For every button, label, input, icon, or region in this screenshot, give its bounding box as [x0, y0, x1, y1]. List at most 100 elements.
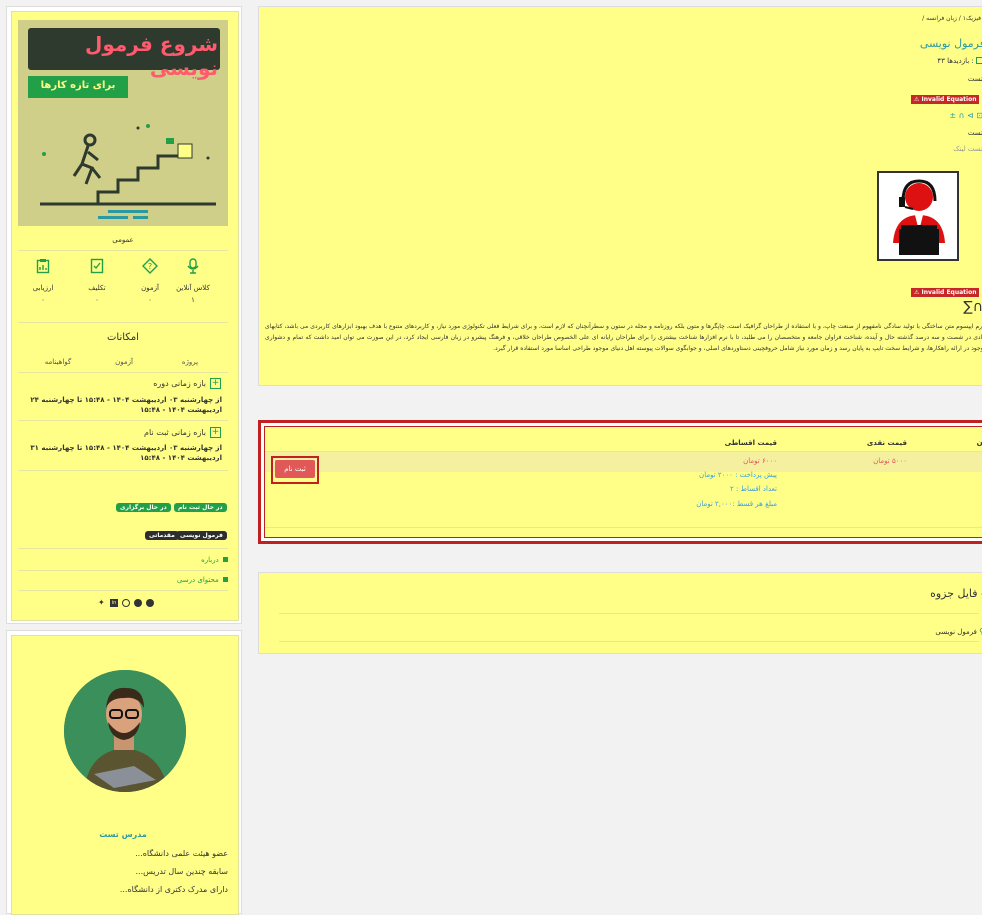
- divider: [279, 641, 979, 642]
- social-icons: ✦ in: [98, 598, 158, 608]
- microphone-icon: [187, 258, 199, 274]
- cash-price: ۵۰۰۰ تومان: [873, 457, 907, 465]
- speaker-illustration: [893, 179, 945, 255]
- course-period-dates: از چهارشنبه ۰۳ اردیبهشت ۱۴۰۴ - ۱۵:۴۸ تا …: [30, 396, 222, 414]
- register-button[interactable]: ثبت نام: [275, 460, 315, 478]
- quiz-icon: ?: [142, 258, 158, 274]
- feature-project: پروژه: [181, 358, 199, 366]
- divider: [18, 372, 228, 373]
- status-badge-registering: در حال ثبت نام: [174, 503, 227, 512]
- installment-amount: مبلغ هر قسط :۲,۰۰۰ تومان: [696, 500, 777, 508]
- math-symbols-1: ± ∩ ⊲ ⊡: [949, 111, 982, 120]
- teacher-avatar: [64, 670, 186, 792]
- banner-title: شروع فرمول نویسی: [85, 32, 218, 80]
- speaker-image: [877, 171, 959, 261]
- tag-formula[interactable]: فرمول نویسی: [176, 531, 227, 540]
- stat-label: آزمون: [141, 284, 159, 292]
- page-title: فرمول نویسی: [919, 37, 982, 50]
- link-about-label: درباره: [201, 556, 219, 564]
- avatar-illustration: [64, 670, 186, 792]
- invalid-equation-badge-1: ⚠ Invalid Equation: [911, 95, 980, 104]
- warning-icon: ⚠: [914, 289, 920, 296]
- file-item-label: فرمول نویسی: [935, 628, 977, 636]
- test-text-1: تست: [967, 75, 982, 83]
- stat-count: ۰: [41, 296, 45, 304]
- invalid-eq-label-1: Invalid Equation: [921, 96, 977, 103]
- divider: [18, 420, 228, 421]
- status-badge-running: در حال برگزاری: [116, 503, 171, 512]
- divider: [18, 322, 228, 323]
- evaluation-icon: [36, 259, 50, 274]
- header-cash: قیمت نقدی: [866, 439, 907, 447]
- link-content[interactable]: محتوای درسی: [18, 576, 228, 584]
- stat-item-evaluation[interactable]: ارزیابی ۰: [22, 258, 64, 304]
- stat-count: ۱: [191, 296, 195, 304]
- stat-item-quiz[interactable]: ? آزمون ۰: [129, 258, 171, 304]
- whatsapp-icon[interactable]: [122, 599, 130, 607]
- divider: [279, 613, 979, 614]
- breadcrumb[interactable]: فیزیک۱ / زبان فرانسه /: [659, 15, 981, 22]
- file-item[interactable]: فرمول نویسی ⚲: [819, 627, 982, 636]
- installment-price: ۶۰۰۰ تومان: [743, 457, 777, 465]
- invalid-eq-label-2: Invalid Equation: [921, 289, 977, 296]
- calendar-icon: [976, 57, 982, 64]
- svg-text:?: ?: [148, 262, 152, 271]
- stat-item-online[interactable]: کلاس آنلاین ۱: [172, 258, 214, 304]
- telegram-icon[interactable]: [146, 599, 154, 607]
- prepayment: پیش پرداخت : ۲۰۰۰ تومان: [699, 471, 777, 479]
- files-title: - فایل جزوه: [930, 587, 982, 600]
- divider: [18, 570, 228, 571]
- reg-period-dates: از چهارشنبه ۰۳ اردیبهشت ۱۴۰۴ - ۱۵:۴۸ تا …: [30, 444, 222, 462]
- link-content-label: محتوای درسی: [176, 576, 219, 584]
- banner-subtitle: برای تازه کارها: [40, 80, 116, 91]
- course-category: عمومی: [112, 236, 134, 244]
- teacher-line-2: سابقه چندین سال تدریس...: [135, 867, 228, 876]
- calendar-plus-icon: +: [210, 427, 221, 438]
- visits-count: ۴۳: [937, 57, 945, 65]
- features-title: امکانات: [107, 332, 139, 343]
- linkedin-icon[interactable]: in: [110, 599, 118, 607]
- course-period-title: بازه زمانی دوره: [153, 379, 206, 388]
- warning-icon: ⚠: [914, 96, 920, 103]
- teacher-line-3: دارای مدرک دکتری از دانشگاه...: [119, 885, 228, 894]
- table-bottom-divider: [265, 527, 982, 528]
- installment-count: تعداد اقساط : ۲: [729, 485, 777, 493]
- pricing-inner: عنوان قیمت نقدی قیمت اقساطی ۵۰۰۰ تومان ۶…: [264, 426, 982, 538]
- calendar-plus-icon: +: [210, 378, 221, 389]
- stat-count: ۰: [148, 296, 152, 304]
- teacher-line-1: عضو هیئت علمی دانشگاه...: [135, 849, 228, 858]
- reg-period-title: بازه زمانی ثبت نام: [144, 428, 206, 437]
- assignment-icon: [90, 258, 104, 274]
- course-banner-image: شروع فرمول نویسی برای تازه کارها: [18, 20, 228, 226]
- math-symbols-2: ∑∩: [963, 299, 982, 315]
- header-title: عنوان: [976, 439, 982, 447]
- square-bullet-icon: [223, 577, 228, 582]
- invalid-equation-badge-2: ⚠ Invalid Equation: [911, 288, 980, 297]
- test-link[interactable]: تست لینک: [859, 145, 982, 153]
- visits-label: بازدیدها :: [947, 57, 974, 65]
- twitter-icon[interactable]: ✦: [98, 598, 105, 607]
- stat-item-assignment[interactable]: تکلیف ۰: [76, 258, 118, 304]
- course-main-card: فیزیک۱ / زبان فرانسه / فرمول نویسی ۴۳ با…: [258, 6, 982, 386]
- stat-count: ۰: [95, 296, 99, 304]
- teacher-name: مدرس تست: [99, 830, 147, 839]
- visits-row: ۴۳ بازدیدها :: [859, 57, 982, 65]
- test-text-2: تست: [967, 129, 982, 137]
- feature-certificate: گواهینامه: [44, 358, 72, 366]
- feature-quiz: آزمون: [115, 358, 133, 366]
- link-about[interactable]: درباره: [18, 556, 228, 564]
- square-bullet-icon: [223, 557, 228, 562]
- tag-beginner[interactable]: مقدماتی: [145, 531, 179, 540]
- pricing-card: عنوان قیمت نقدی قیمت اقساطی ۵۰۰۰ تومان ۶…: [258, 420, 982, 544]
- course-description: لورم ایپسوم متن ساختگی با تولید سادگی نا…: [265, 323, 982, 352]
- divider: [18, 250, 228, 251]
- files-card: - فایل جزوه فرمول نویسی ⚲: [258, 572, 982, 654]
- stairs-illustration: [40, 124, 216, 219]
- stat-label: کلاس آنلاین: [176, 284, 210, 292]
- divider: [18, 548, 228, 549]
- divider: [18, 470, 228, 471]
- divider: [18, 590, 228, 591]
- instagram-icon[interactable]: [134, 599, 142, 607]
- header-installment: قیمت اقساطی: [724, 439, 777, 447]
- stat-label: ارزیابی: [32, 284, 54, 292]
